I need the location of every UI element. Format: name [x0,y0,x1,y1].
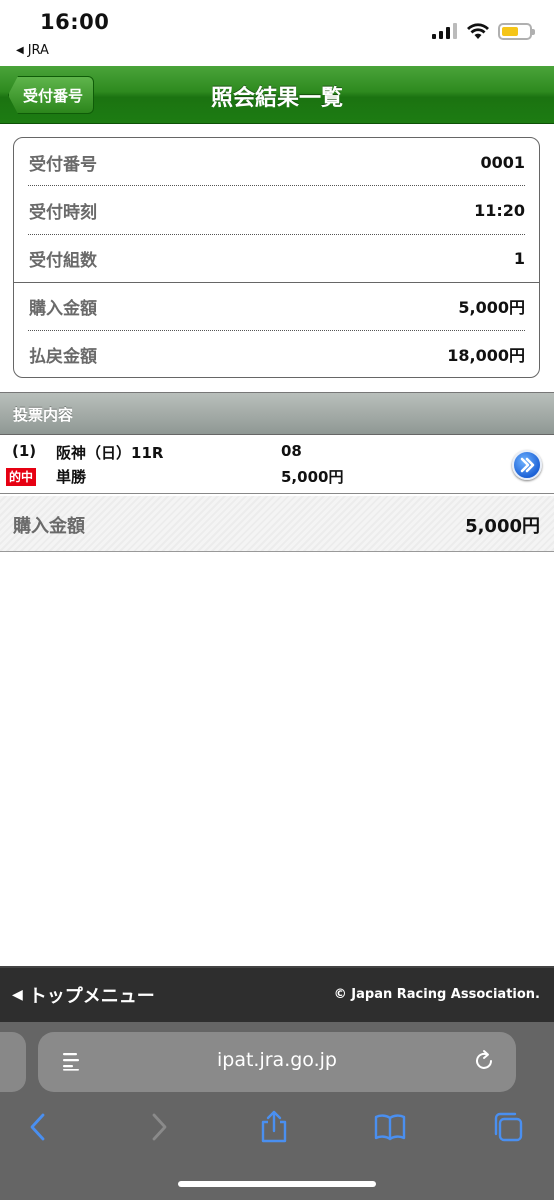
status-icons [432,22,535,40]
screen: 16:00 ◀ JRA 受付番号 照会結果一覧 受付番号 0001 受付時刻 1… [0,0,554,1200]
cellular-signal-icon [432,23,457,39]
status-time: 16:00 [40,10,110,34]
copyright-text: © Japan Racing Association. [333,987,540,1002]
total-value: 5,000円 [465,516,540,537]
back-triangle-icon: ◀ [16,45,24,56]
total-purchase-row: 購入金額 5,000円 [0,496,554,552]
app-header: 受付番号 照会結果一覧 [0,66,554,124]
info-value: 5,000円 [458,298,525,317]
page-title: 照会結果一覧 [210,86,343,111]
url-text: ipat.jra.go.jp [217,1049,337,1071]
info-row-receipt-time: 受付時刻 11:20 [14,186,539,234]
bookmarks-icon[interactable] [373,1110,407,1144]
info-row-receipt-number: 受付番号 0001 [14,138,539,186]
battery-icon [498,22,535,40]
section-header-bet-details: 投票内容 [0,392,554,435]
info-row-payout-amount: 払戻金額 18,000円 [14,330,539,377]
info-value: 11:20 [474,200,525,220]
info-label: 払戻金額 [29,346,97,367]
total-label: 購入金額 [13,516,85,537]
bet-amount: 5,000円 [281,468,344,486]
info-row-receipt-count: 受付組数 1 [14,234,539,282]
wifi-icon [467,23,489,39]
left-triangle-icon: ◀ [12,987,23,1003]
horse-number: 08 [281,442,302,460]
top-menu-label: トップメニュー [28,986,155,1007]
bet-number: (1) [12,442,37,460]
bet-list-item[interactable]: (1) 阪神（日）11R 08 的中 単勝 5,000円 [0,436,554,494]
info-label: 購入金額 [29,298,97,319]
home-indicator [178,1181,376,1187]
receipt-info-card: 受付番号 0001 受付時刻 11:20 受付組数 1 購入金額 5,000円 … [13,137,540,378]
share-icon[interactable] [257,1110,291,1144]
address-bar[interactable]: ipat.jra.go.jp [38,1032,516,1092]
top-menu-link[interactable]: ◀ トップメニュー [12,982,155,1008]
info-label: 受付組数 [29,250,97,271]
app-footer: ◀ トップメニュー © Japan Racing Association. [0,966,554,1022]
bet-type: 単勝 [56,468,87,486]
back-chevron-icon[interactable] [22,1110,56,1144]
info-label: 受付番号 [29,154,97,175]
reload-icon[interactable] [472,1049,496,1073]
info-row-purchase-amount: 購入金額 5,000円 [14,282,539,330]
browser-toolbar: ipat.jra.go.jp [0,1022,554,1200]
hit-badge: 的中 [6,468,37,486]
info-value: 18,000円 [447,346,525,365]
race-name: 阪神（日）11R [56,444,164,462]
back-to-app-link[interactable]: ◀ JRA [16,43,49,58]
info-value: 1 [513,248,525,268]
previous-tab-preview[interactable] [0,1032,26,1092]
status-bar: 16:00 ◀ JRA [0,0,554,66]
tabs-icon[interactable] [491,1110,525,1144]
forward-chevron-icon[interactable] [141,1110,175,1144]
info-label: 受付時刻 [29,202,97,223]
detail-chevron-icon[interactable] [512,450,542,480]
info-value: 0001 [480,152,525,172]
back-app-label: JRA [27,43,49,58]
